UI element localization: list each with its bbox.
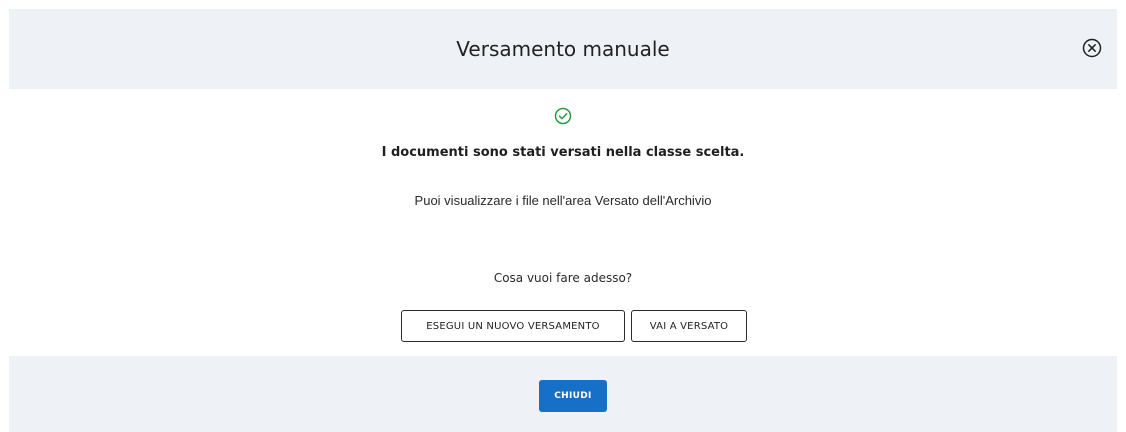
dialog-header: Versamento manuale: [9, 9, 1117, 89]
dialog-title: Versamento manuale: [456, 37, 670, 61]
success-headline: I documenti sono stati versati nella cla…: [381, 145, 745, 160]
close-icon[interactable]: [1081, 37, 1103, 59]
deposit-result-dialog: Versamento manuale I documenti sono stat…: [9, 9, 1117, 432]
close-button[interactable]: CHIUDI: [539, 380, 607, 412]
dialog-body: I documenti sono stati versati nella cla…: [9, 89, 1117, 356]
go-to-deposited-button[interactable]: VAI A VERSATO: [631, 310, 747, 342]
dialog-footer: CHIUDI: [9, 356, 1117, 432]
new-deposit-button[interactable]: ESEGUI UN NUOVO VERSAMENTO: [401, 310, 625, 342]
check-circle-icon: [553, 106, 573, 126]
success-subtext: Puoi visualizzare i file nell'area Versa…: [414, 193, 712, 208]
next-step-question: Cosa vuoi fare adesso?: [493, 271, 633, 285]
